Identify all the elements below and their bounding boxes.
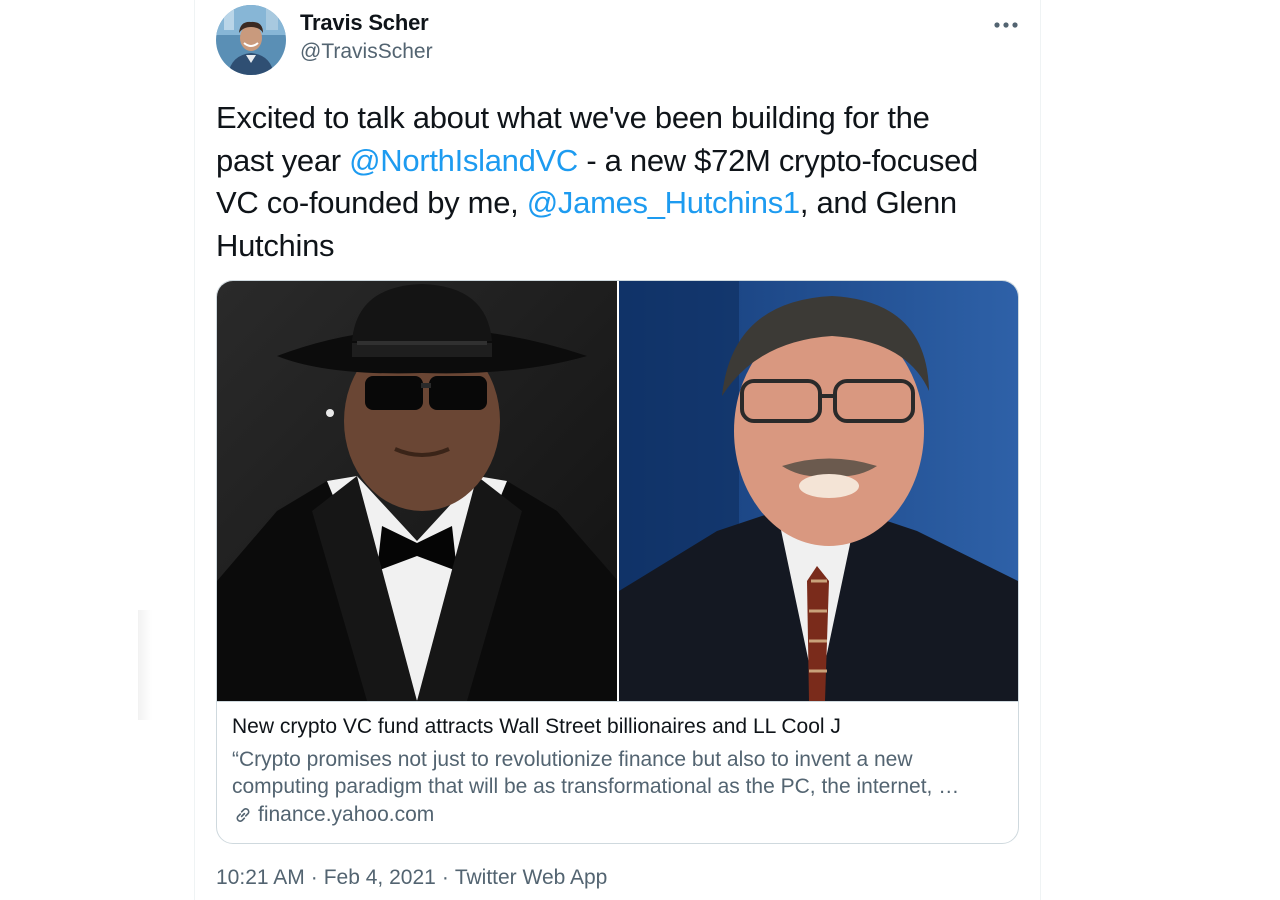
tweet-line-2: past year @NorthIslandVC - a new $72M cr… bbox=[216, 140, 1026, 183]
avatar-photo bbox=[216, 5, 286, 75]
card-photo bbox=[217, 281, 1018, 701]
background-shadow bbox=[138, 610, 152, 720]
link-preview-card[interactable]: New crypto VC fund attracts Wall Street … bbox=[216, 280, 1019, 844]
card-domain: finance.yahoo.com bbox=[258, 802, 435, 826]
tweet-text-segment: , and Glenn bbox=[799, 185, 957, 220]
tweet-line-3: VC co-founded by me, @James_Hutchins1, a… bbox=[216, 182, 1026, 225]
tweet-time[interactable]: 10:21 AM bbox=[216, 866, 305, 889]
tweet-meta: 10:21 AM · Feb 4, 2021 · Twitter Web App bbox=[216, 866, 607, 890]
tweet-line-1: Excited to talk about what we've been bu… bbox=[216, 100, 930, 135]
card-description: “Crypto promises not just to revolutioni… bbox=[232, 746, 1002, 800]
card-domain-row[interactable]: finance.yahoo.com bbox=[232, 801, 434, 828]
card-title[interactable]: New crypto VC fund attracts Wall Street … bbox=[232, 715, 841, 739]
author-display-name[interactable]: Travis Scher bbox=[300, 10, 429, 36]
tweet-text: Excited to talk about what we've been bu… bbox=[216, 97, 1026, 267]
tweet-date[interactable]: Feb 4, 2021 bbox=[324, 866, 436, 889]
mention-link-northislandvc[interactable]: @NorthIslandVC bbox=[349, 143, 578, 178]
more-options-button[interactable] bbox=[990, 12, 1022, 38]
author-handle[interactable]: @TravisScher bbox=[300, 40, 433, 64]
card-description-line-1: “Crypto promises not just to revolutioni… bbox=[232, 748, 913, 771]
meta-separator: · bbox=[441, 866, 449, 889]
tweet-line-4: Hutchins bbox=[216, 227, 335, 263]
tweet-text-segment: - a new $72M crypto-focused bbox=[578, 142, 978, 178]
mention-link-james-hutchins1[interactable]: @James_Hutchins1 bbox=[527, 185, 800, 220]
card-image[interactable] bbox=[217, 281, 1018, 702]
meta-separator: · bbox=[310, 866, 318, 889]
avatar[interactable] bbox=[216, 5, 286, 75]
tweet-text-segment: VC co-founded by me, bbox=[216, 185, 527, 220]
tweet-text-segment: past year bbox=[216, 142, 350, 178]
link-icon bbox=[236, 807, 250, 822]
tweet-source[interactable]: Twitter Web App bbox=[455, 866, 608, 889]
card-description-line-2: computing paradigm that will be as trans… bbox=[232, 775, 960, 798]
more-dots-icon bbox=[994, 22, 1018, 28]
